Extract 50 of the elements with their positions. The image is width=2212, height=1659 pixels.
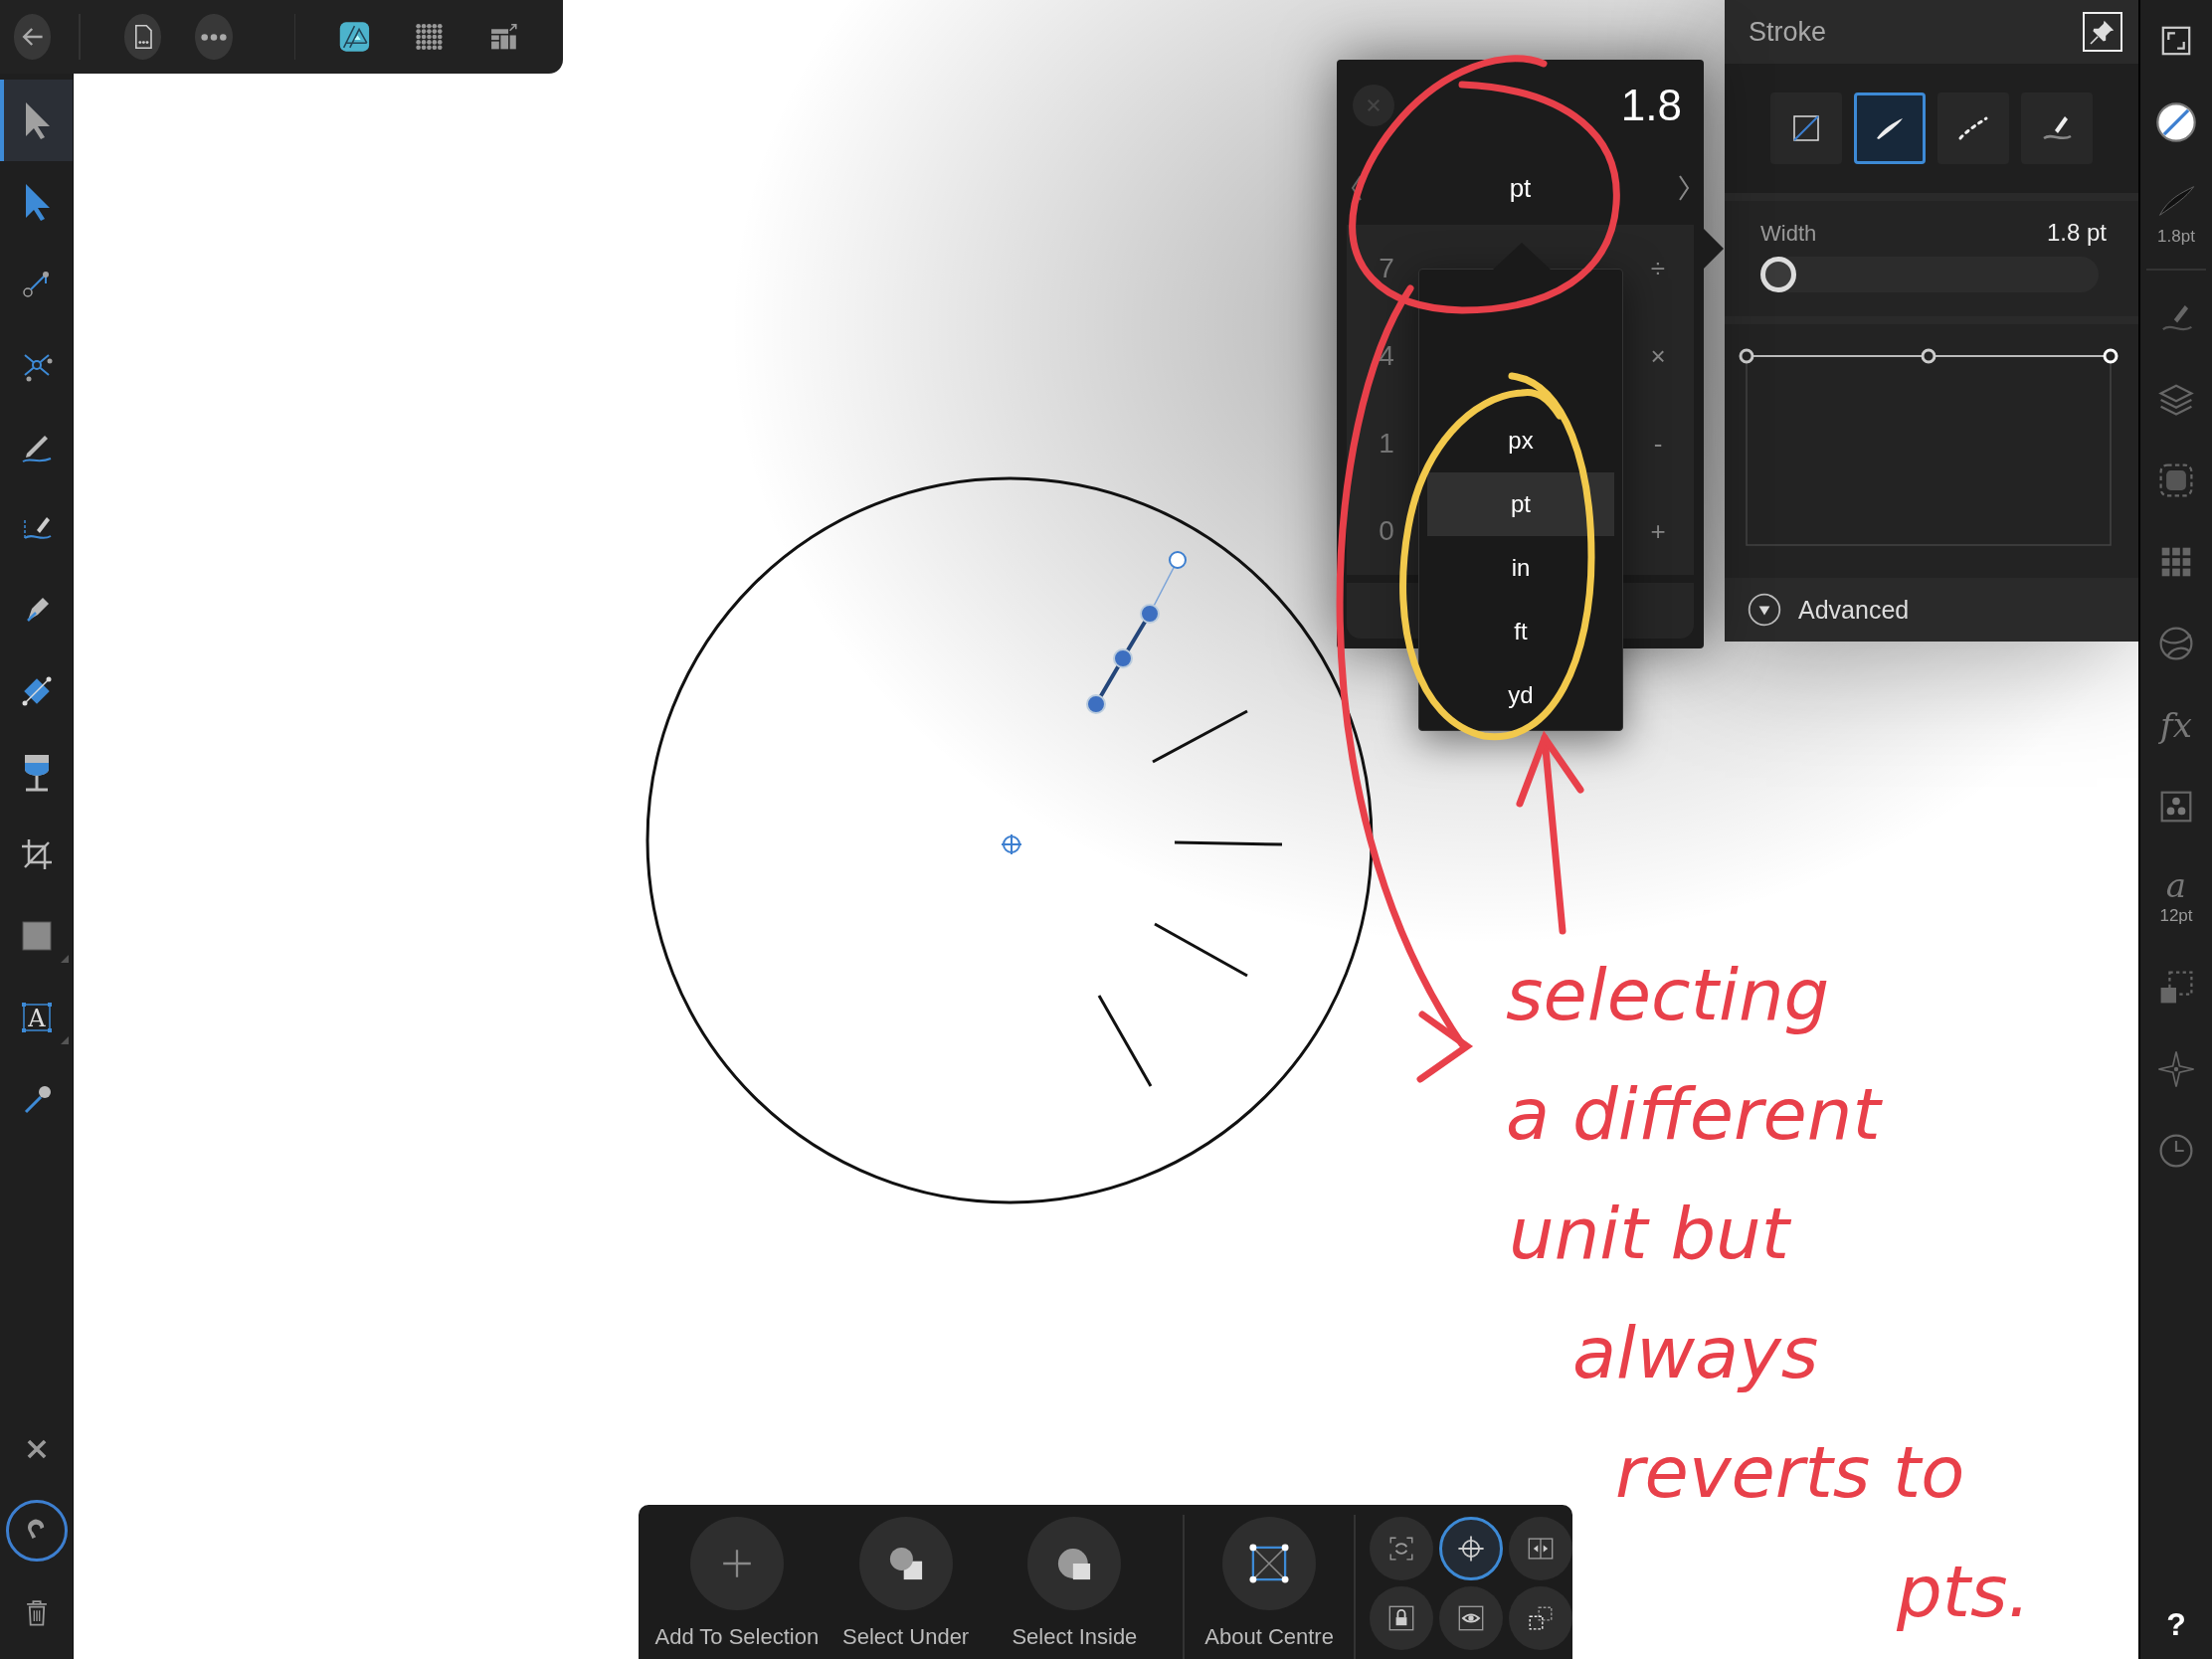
slider-thumb[interactable] bbox=[1760, 257, 1796, 292]
advanced-toggle[interactable]: Advanced bbox=[1725, 578, 2138, 642]
add-to-selection-button[interactable]: Add To Selection bbox=[650, 1515, 824, 1659]
text-tool-button[interactable]: A bbox=[0, 977, 73, 1058]
handwritten-note: selecting bbox=[1506, 952, 1830, 1038]
value-display: 1.8 bbox=[1620, 81, 1682, 130]
unit-option[interactable]: yd bbox=[1427, 663, 1614, 727]
document-button[interactable] bbox=[124, 14, 162, 60]
solid-style-button[interactable] bbox=[1854, 92, 1926, 164]
none-style-button[interactable] bbox=[1770, 92, 1842, 164]
centre-mode-button[interactable] bbox=[1439, 1517, 1503, 1580]
unit-option[interactable]: pt bbox=[1427, 472, 1614, 536]
snapping-button[interactable] bbox=[5, 1500, 68, 1562]
handwritten-note: pts. bbox=[1897, 1549, 2031, 1635]
stroke-width-button[interactable]: 1.8pt bbox=[2141, 163, 2211, 263]
text-style-button[interactable]: a 12pt bbox=[2141, 847, 2211, 947]
unit-option[interactable]: in bbox=[1427, 536, 1614, 600]
unit-option[interactable]: px bbox=[1427, 409, 1614, 472]
rotation-centre-icon[interactable] bbox=[1001, 833, 1022, 855]
handwritten-note: always bbox=[1572, 1310, 1819, 1396]
expand-icon bbox=[1747, 592, 1782, 628]
handwritten-note: unit but bbox=[1509, 1191, 1789, 1277]
selected-curve[interactable] bbox=[1086, 551, 1187, 714]
handwritten-note: a different bbox=[1506, 1071, 1881, 1158]
submenu-corner-icon bbox=[61, 955, 69, 963]
fx-button[interactable]: fx bbox=[2141, 684, 2211, 766]
operator-key[interactable]: + bbox=[1638, 515, 1678, 547]
operator-key[interactable]: - bbox=[1638, 428, 1678, 460]
more-button[interactable] bbox=[195, 14, 233, 60]
select-under-button[interactable]: Select Under bbox=[823, 1515, 989, 1659]
submenu-corner-icon bbox=[61, 1036, 69, 1044]
handwritten-note: reverts to bbox=[1615, 1429, 1965, 1516]
operator-key[interactable]: × bbox=[1638, 340, 1678, 372]
operator-key[interactable]: ÷ bbox=[1638, 253, 1678, 284]
help-button[interactable]: ? bbox=[2156, 1606, 2196, 1643]
unit-selector[interactable]: pt bbox=[1509, 172, 1532, 204]
pin-button[interactable] bbox=[2083, 12, 2122, 52]
panel-title: Stroke bbox=[1749, 16, 1827, 48]
width-value: 1.8 pt bbox=[2046, 219, 2107, 247]
width-slider[interactable] bbox=[1760, 257, 2099, 292]
unit-option[interactable]: ft bbox=[1427, 600, 1614, 663]
back-button[interactable] bbox=[14, 14, 52, 60]
about-centre-button[interactable]: About Centre bbox=[1183, 1515, 1356, 1659]
pressure-curve[interactable] bbox=[1739, 348, 2119, 364]
texture-style-button[interactable] bbox=[2021, 92, 2093, 164]
stroke-swatch-icon bbox=[2154, 100, 2198, 144]
move-tool-button[interactable] bbox=[0, 80, 73, 161]
width-label: Width bbox=[1760, 221, 1817, 247]
select-inside-button[interactable]: Select Inside bbox=[988, 1515, 1162, 1659]
more-icon bbox=[201, 33, 228, 41]
